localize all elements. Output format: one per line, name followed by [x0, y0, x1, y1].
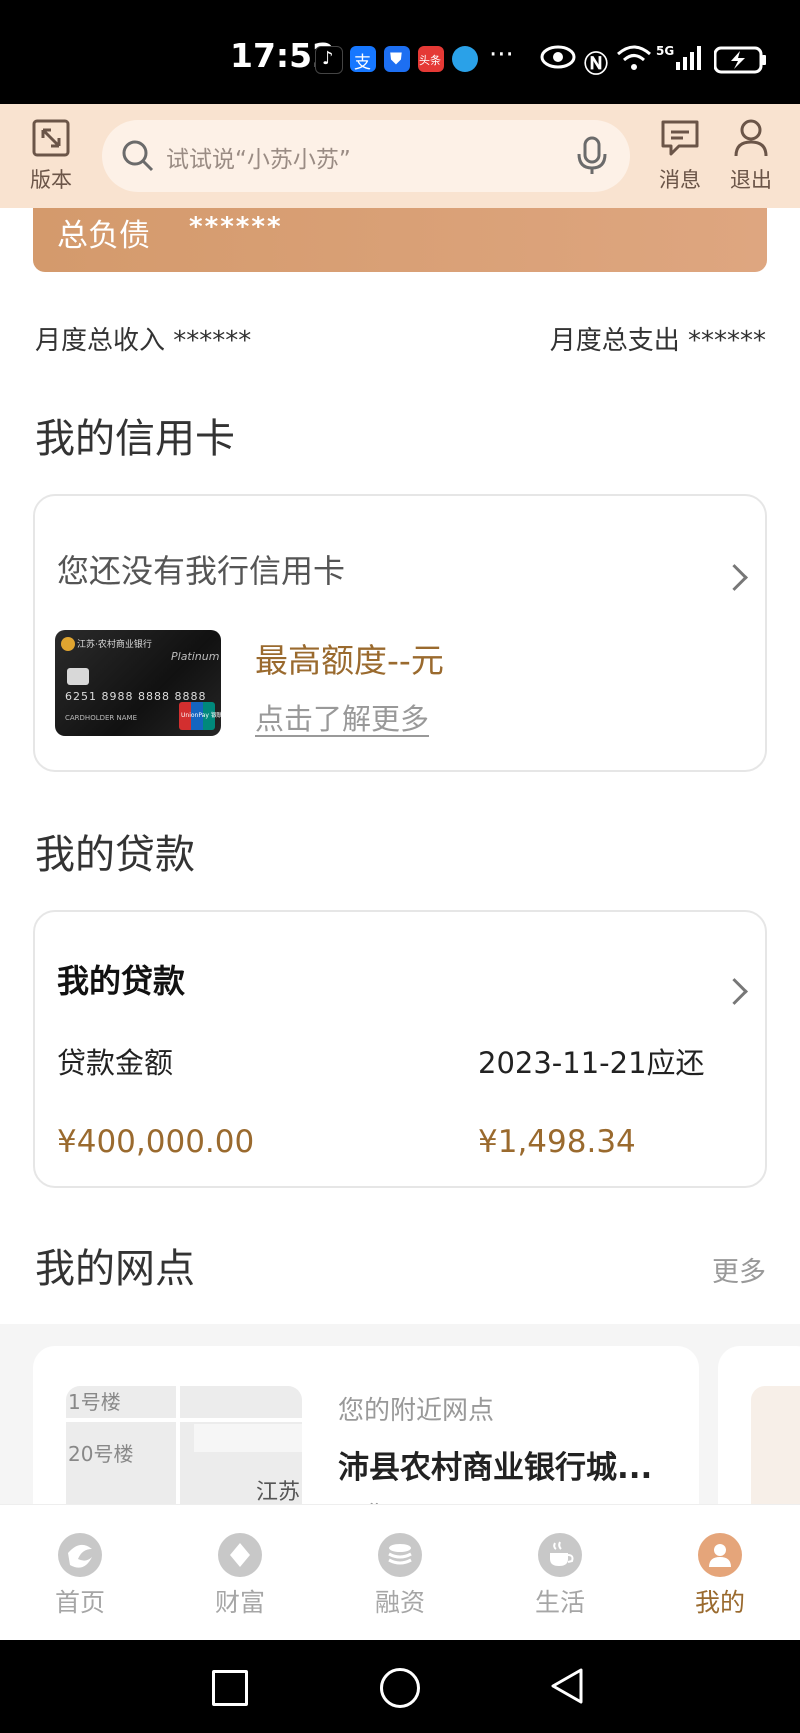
- bottom-nav: 首页 财富 融资 生活 我的: [0, 1504, 800, 1641]
- battery-charging-icon: [713, 46, 768, 81]
- search-bar[interactable]: 试试说“小苏小苏”: [102, 120, 630, 192]
- messages-label: 消息: [659, 168, 701, 192]
- app-header: 版本 试试说“小苏小苏” 消息 退出: [0, 104, 800, 208]
- more-dots-icon: ···: [489, 40, 514, 70]
- loan-amount-value: ¥400,000.00: [57, 1124, 255, 1160]
- total-debt-value: ******: [189, 212, 283, 242]
- loan-card[interactable]: 我的贷款 贷款金额 2023-11-21应还 ¥400,000.00 ¥1,49…: [33, 910, 767, 1188]
- nav-financing-label: 融资: [374, 1588, 425, 1617]
- alipay-icon: 支: [350, 46, 376, 73]
- nav-mine[interactable]: 我的: [670, 1533, 770, 1619]
- 5g-label: 5G: [656, 44, 675, 58]
- nav-financing[interactable]: 融资: [350, 1533, 450, 1619]
- loan-amount-label: 贷款金额: [57, 1046, 174, 1080]
- user-icon: [734, 119, 768, 157]
- messages-button[interactable]: 消息: [645, 118, 715, 194]
- card-bank-name: 江苏·农村商业银行: [77, 640, 152, 650]
- version-label: 版本: [30, 168, 72, 192]
- home-button[interactable]: [380, 1668, 420, 1708]
- nav-life[interactable]: 生活: [510, 1533, 610, 1619]
- shield-app-icon: ⛊: [384, 46, 410, 72]
- toutiao-icon: 头条: [418, 46, 444, 72]
- map-label: 20号楼: [68, 1442, 134, 1466]
- wifi-icon: [616, 44, 652, 79]
- nav-wealth[interactable]: 财富: [190, 1533, 290, 1619]
- branch-more-link[interactable]: 更多: [712, 1250, 766, 1289]
- loan-due-label: 2023-11-21应还: [478, 1046, 705, 1080]
- card-chip: [67, 668, 89, 685]
- total-debt-label: 总负债: [57, 218, 150, 254]
- chevron-right-icon: [721, 978, 748, 1005]
- map-label: 江苏: [256, 1480, 301, 1505]
- home-icon: [58, 1533, 102, 1577]
- chevron-right-icon: [721, 564, 748, 591]
- learn-more-link[interactable]: 点击了解更多: [255, 696, 429, 738]
- nav-mine-label: 我的: [694, 1588, 745, 1617]
- credit-card-section-title: 我的信用卡: [35, 416, 235, 462]
- nfc-icon: Ⓝ: [584, 50, 608, 78]
- loan-card-title: 我的贷款: [57, 962, 186, 1000]
- eye-icon: [540, 44, 576, 77]
- loan-section-title: 我的贷款: [35, 832, 195, 878]
- search-placeholder: 试试说“小苏小苏”: [166, 147, 351, 173]
- nearby-branch-label: 您的附近网点: [338, 1396, 495, 1426]
- coffee-icon: [538, 1533, 582, 1577]
- version-button[interactable]: 版本: [16, 118, 86, 194]
- back-button[interactable]: [548, 1666, 586, 1706]
- message-icon: [661, 120, 699, 156]
- wealth-icon: [218, 1533, 262, 1577]
- profile-icon: [698, 1533, 742, 1577]
- tiktok-icon: ♪: [315, 46, 343, 74]
- map-label: 1号楼: [68, 1390, 121, 1414]
- nav-home[interactable]: 首页: [30, 1533, 130, 1619]
- unionpay-icon: UnionPay 银联: [179, 702, 221, 730]
- logout-button[interactable]: 退出: [716, 118, 786, 194]
- branch-section-title: 我的网点: [35, 1246, 195, 1292]
- nav-life-label: 生活: [534, 1588, 585, 1617]
- branch-carousel: 1号楼 20号楼 江苏 您的附近网点 沛县农村商业银行城... 距您668.0m: [0, 1324, 800, 1526]
- system-navigation-bar: [0, 1640, 800, 1733]
- search-icon: [122, 140, 154, 172]
- branch-card[interactable]: 1号楼 20号楼 江苏 您的附近网点 沛县农村商业银行城... 距您668.0m: [33, 1346, 699, 1526]
- loan-due-value: ¥1,498.34: [478, 1124, 636, 1160]
- status-bar: 17:52 ♪ 支 ⛊ 头条 ··· Ⓝ 5G: [0, 0, 800, 104]
- next-branch-card[interactable]: [718, 1346, 800, 1526]
- card-tier: Platinum: [171, 650, 220, 663]
- credit-card-panel[interactable]: 您还没有我行信用卡 江苏·农村商业银行 Platinum 6251 8988 8…: [33, 494, 767, 772]
- no-credit-card-text: 您还没有我行信用卡: [57, 552, 346, 590]
- microphone-icon[interactable]: [576, 136, 608, 176]
- credit-limit-text: 最高额度--元: [255, 641, 444, 680]
- nav-home-label: 首页: [54, 1588, 105, 1617]
- expand-icon: [32, 119, 70, 157]
- monthly-expense: 月度总支出 ******: [549, 326, 766, 356]
- bank-logo-icon: [61, 637, 75, 651]
- branch-name: 沛县农村商业银行城...: [338, 1450, 653, 1486]
- coins-icon: [378, 1533, 422, 1577]
- browser-icon: [452, 46, 478, 72]
- card-holder: CARDHOLDER NAME: [65, 714, 137, 722]
- nav-wealth-label: 财富: [214, 1588, 265, 1617]
- recents-button[interactable]: [212, 1670, 248, 1706]
- credit-card-image: 江苏·农村商业银行 Platinum 6251 8988 8888 8888 C…: [55, 630, 221, 736]
- 5g-signal-icon: [674, 44, 706, 79]
- monthly-income: 月度总收入 ******: [35, 326, 252, 356]
- logout-label: 退出: [730, 168, 772, 192]
